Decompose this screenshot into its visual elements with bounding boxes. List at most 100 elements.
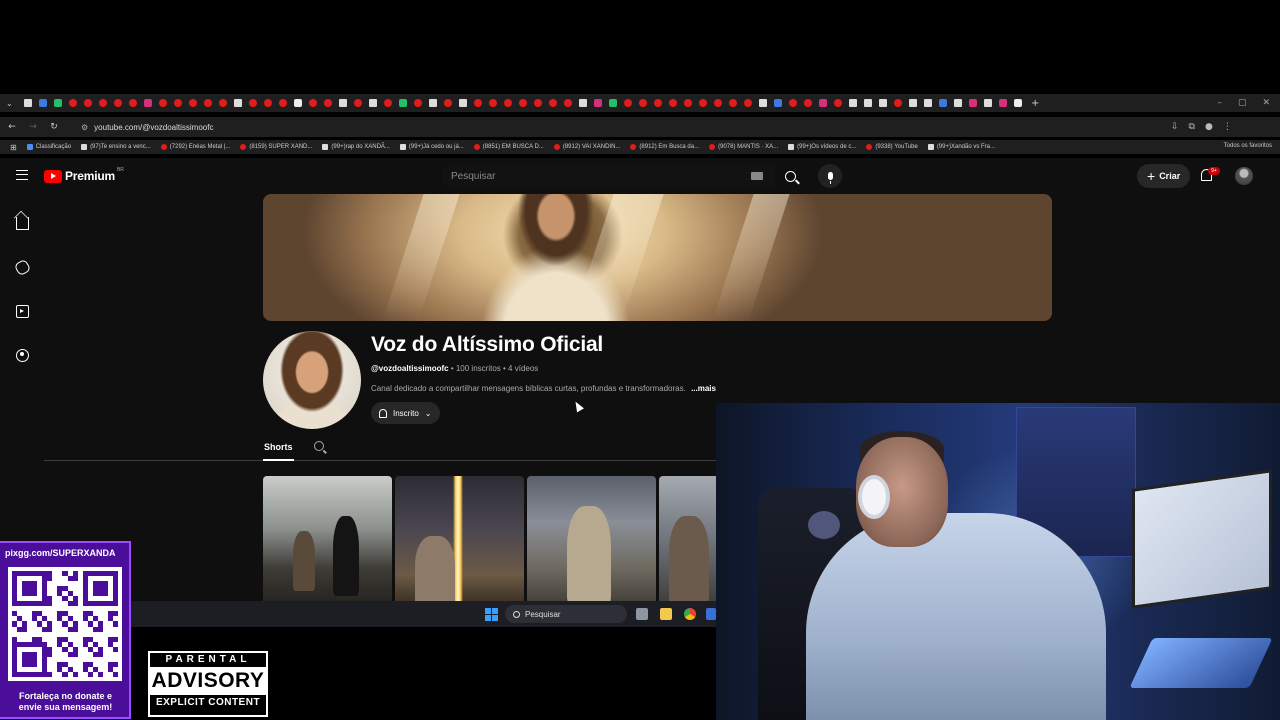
- subscribed-button[interactable]: Inscrito ⌄: [371, 402, 440, 424]
- browser-tab-favicon-icon[interactable]: [383, 99, 392, 107]
- bookmark-item[interactable]: (7292) Enéas Metal |...: [160, 144, 230, 150]
- browser-tab-favicon-icon[interactable]: [83, 99, 92, 107]
- forward-icon[interactable]: →: [24, 122, 42, 132]
- bookmark-item[interactable]: Classificação: [26, 144, 71, 150]
- browser-tab-favicon-icon[interactable]: [458, 99, 467, 107]
- channel-search-icon[interactable]: [314, 441, 324, 451]
- browser-tab-favicon-icon[interactable]: [263, 99, 272, 107]
- minimize-button[interactable]: –: [1217, 98, 1222, 108]
- search-button[interactable]: [775, 164, 805, 188]
- browser-tab-favicon-icon[interactable]: [158, 99, 167, 107]
- youtube-logo[interactable]: Premium BR: [44, 167, 124, 183]
- hamburger-menu-icon[interactable]: [16, 170, 28, 180]
- browser-tab-favicon-icon[interactable]: [698, 99, 707, 107]
- channel-description[interactable]: Canal dedicado a compartilhar mensagens …: [371, 384, 716, 393]
- browser-tab-favicon-icon[interactable]: [923, 99, 932, 107]
- all-bookmarks-button[interactable]: Todos os favoritos: [1224, 143, 1272, 149]
- browser-tab-favicon-icon[interactable]: [638, 99, 647, 107]
- browser-tab-favicon-icon[interactable]: [443, 99, 452, 107]
- browser-tab-favicon-icon[interactable]: [938, 99, 947, 107]
- browser-tab-favicon-icon[interactable]: [728, 99, 737, 107]
- task-view-icon[interactable]: [636, 608, 648, 620]
- browser-tab-favicon-icon[interactable]: [128, 99, 137, 107]
- browser-tab-favicon-icon[interactable]: [23, 99, 32, 107]
- browser-tab-favicon-icon[interactable]: [113, 99, 122, 107]
- site-info-icon[interactable]: ⚙: [81, 123, 88, 132]
- maximize-button[interactable]: ▢: [1238, 98, 1247, 108]
- bookmark-item[interactable]: (99+)Xandão vs Fra...: [927, 144, 995, 150]
- bookmark-item[interactable]: (9338) YouTube: [866, 144, 918, 150]
- bookmark-item[interactable]: (99+)Os vídeos de c...: [788, 144, 856, 150]
- account-avatar[interactable]: [1235, 167, 1253, 185]
- browser-tab-favicon-icon[interactable]: [998, 99, 1007, 107]
- bookmark-item[interactable]: (99+)rap do XANDÃ...: [322, 144, 390, 150]
- profile-icon[interactable]: ●: [1205, 122, 1213, 132]
- bookmark-item[interactable]: (8851) EM BUSCA D...: [473, 144, 544, 150]
- browser-tab-favicon-icon[interactable]: [473, 99, 482, 107]
- browser-tab-favicon-icon[interactable]: [803, 99, 812, 107]
- browser-tab-favicon-icon[interactable]: [623, 99, 632, 107]
- taskbar-app-icon[interactable]: [706, 608, 716, 620]
- browser-tab-favicon-icon[interactable]: [518, 99, 527, 107]
- short-thumbnail[interactable]: [395, 476, 524, 608]
- bookmark-item[interactable]: (8912) Em Busca da...: [630, 144, 699, 150]
- browser-tab-favicon-icon[interactable]: [548, 99, 557, 107]
- browser-tab-favicon-icon[interactable]: [863, 99, 872, 107]
- browser-tab-favicon-icon[interactable]: [773, 99, 782, 107]
- close-window-button[interactable]: ✕: [1262, 98, 1270, 108]
- browser-tab-favicon-icon[interactable]: [53, 99, 62, 107]
- tab-search-chevron-icon[interactable]: ⌄: [6, 99, 14, 108]
- subscriptions-icon[interactable]: [16, 305, 29, 318]
- browser-tab-favicon-icon[interactable]: [323, 99, 332, 107]
- short-thumbnail[interactable]: [263, 476, 392, 608]
- extensions-icon[interactable]: ⧉: [1189, 122, 1195, 132]
- browser-tab-favicon-icon[interactable]: [713, 99, 722, 107]
- browser-tab-favicon-icon[interactable]: [668, 99, 677, 107]
- tab-shorts[interactable]: Shorts: [263, 437, 294, 461]
- short-thumbnail[interactable]: [527, 476, 656, 608]
- bookmark-item[interactable]: (99+)Já cedo ou já...: [399, 144, 464, 150]
- back-icon[interactable]: ←: [3, 122, 21, 132]
- keyboard-icon[interactable]: [751, 172, 763, 180]
- browser-tab-favicon-icon[interactable]: [353, 99, 362, 107]
- youtube-search-input[interactable]: Pesquisar: [441, 164, 775, 188]
- browser-tab-favicon-icon[interactable]: [563, 99, 572, 107]
- browser-tab-favicon-icon[interactable]: [248, 99, 257, 107]
- browser-tab-favicon-icon[interactable]: [173, 99, 182, 107]
- browser-tab-favicon-icon[interactable]: [743, 99, 752, 107]
- short-thumbnail[interactable]: [659, 476, 716, 608]
- channel-avatar[interactable]: [263, 331, 361, 429]
- browser-tab-favicon-icon[interactable]: [293, 99, 302, 107]
- voice-search-button[interactable]: [818, 164, 842, 188]
- browser-tab-favicon-icon[interactable]: [878, 99, 887, 107]
- browser-tab-favicon-icon[interactable]: [428, 99, 437, 107]
- browser-menu-icon[interactable]: ⋮: [1223, 122, 1232, 132]
- browser-tab-favicon-icon[interactable]: [848, 99, 857, 107]
- address-bar[interactable]: ⚙ youtube.com/@vozdoaltissimoofc: [73, 119, 1163, 135]
- browser-tab-favicon-icon[interactable]: [503, 99, 512, 107]
- bookmark-item[interactable]: (9078) MANTIS · XA...: [709, 144, 778, 150]
- browser-tab-favicon-icon[interactable]: [203, 99, 212, 107]
- create-button[interactable]: + Criar: [1137, 164, 1191, 188]
- browser-tab-favicon-icon[interactable]: [578, 99, 587, 107]
- browser-tab-favicon-icon[interactable]: [893, 99, 902, 107]
- download-icon[interactable]: ⇩: [1171, 122, 1179, 132]
- bookmark-item[interactable]: (8159) SUPER XAND...: [240, 144, 312, 150]
- windows-start-icon[interactable]: [485, 608, 498, 621]
- browser-tab-favicon-icon[interactable]: [218, 99, 227, 107]
- you-icon[interactable]: [16, 349, 29, 362]
- browser-tab-favicon-icon[interactable]: [683, 99, 692, 107]
- browser-tab-favicon-icon[interactable]: [413, 99, 422, 107]
- browser-tab-favicon-icon[interactable]: [278, 99, 287, 107]
- browser-tab-favicon-icon[interactable]: [98, 99, 107, 107]
- browser-tab-favicon-icon[interactable]: [1013, 99, 1022, 107]
- browser-tab-favicon-icon[interactable]: [488, 99, 497, 107]
- browser-tab-favicon-icon[interactable]: [338, 99, 347, 107]
- browser-tab-favicon-icon[interactable]: [653, 99, 662, 107]
- browser-tab-favicon-icon[interactable]: [68, 99, 77, 107]
- browser-tab-favicon-icon[interactable]: [593, 99, 602, 107]
- browser-tab-favicon-icon[interactable]: [533, 99, 542, 107]
- browser-tab-favicon-icon[interactable]: [143, 99, 152, 107]
- browser-tab-favicon-icon[interactable]: [983, 99, 992, 107]
- browser-tab-favicon-icon[interactable]: [233, 99, 242, 107]
